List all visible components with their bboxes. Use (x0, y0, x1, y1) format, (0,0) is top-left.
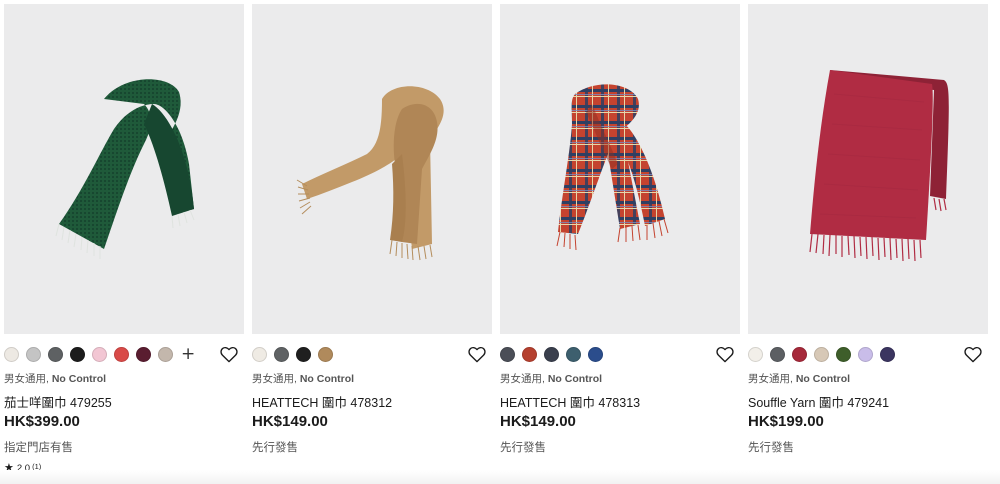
availability-note: 先行發售 (748, 442, 794, 454)
product-grid: + 男女通用, No Control 茄士咩圍巾 479255 HK$399.0… (0, 0, 1000, 484)
color-swatch[interactable] (4, 347, 19, 362)
availability-note: 先行發售 (252, 442, 298, 454)
color-swatch[interactable] (92, 347, 107, 362)
color-swatch[interactable] (588, 347, 603, 362)
product-card[interactable]: 男女通用, No Control HEATTECH 圍巾 478313 HK$1… (496, 0, 740, 484)
color-swatch[interactable] (252, 347, 267, 362)
camel-heattech-scarf-image (296, 86, 444, 261)
color-swatch[interactable] (544, 347, 559, 362)
color-swatch[interactable] (814, 347, 829, 362)
product-card[interactable]: + 男女通用, No Control 茄士咩圍巾 479255 HK$399.0… (0, 0, 244, 484)
gender-label: 男女通用, (4, 373, 49, 385)
color-swatch[interactable] (296, 347, 311, 362)
gender-label: 男女通用, (252, 373, 297, 385)
product-card[interactable]: 男女通用, No Control Souffle Yarn 圍巾 479241 … (744, 0, 988, 484)
heart-icon[interactable] (220, 346, 238, 363)
color-swatch[interactable] (858, 347, 873, 362)
color-swatch[interactable] (136, 347, 151, 362)
product-image[interactable] (748, 4, 988, 334)
color-swatch[interactable] (748, 347, 763, 362)
product-card[interactable]: 男女通用, No Control HEATTECH 圍巾 478312 HK$1… (248, 0, 492, 484)
bottom-shade (0, 470, 1000, 484)
red-souffle-yarn-scarf-image (809, 70, 949, 262)
size-label: No Control (795, 373, 851, 385)
color-swatch[interactable] (114, 347, 129, 362)
color-swatch[interactable] (274, 347, 289, 362)
color-swatch[interactable] (566, 347, 581, 362)
color-swatch[interactable] (792, 347, 807, 362)
heart-icon[interactable] (468, 346, 486, 363)
color-swatch[interactable] (880, 347, 895, 362)
product-image[interactable] (500, 4, 740, 334)
color-swatch[interactable] (500, 347, 515, 362)
heart-icon[interactable] (716, 346, 734, 363)
size-label: No Control (547, 373, 603, 385)
color-swatch[interactable] (48, 347, 63, 362)
availability-note: 指定門店有售 (4, 442, 73, 454)
product-meta: 男女通用, No Control (252, 371, 354, 386)
color-swatch[interactable] (70, 347, 85, 362)
availability-note: 先行發售 (500, 442, 546, 454)
color-swatch[interactable] (26, 347, 41, 362)
size-label: No Control (299, 373, 355, 385)
product-image[interactable] (4, 4, 244, 334)
product-name[interactable]: Souffle Yarn 圍巾 479241 (748, 392, 889, 411)
color-swatches (252, 346, 492, 364)
color-swatch[interactable] (836, 347, 851, 362)
product-price: HK$149.00 (252, 413, 328, 430)
plus-icon[interactable]: + (181, 344, 195, 364)
product-price: HK$399.00 (4, 413, 80, 430)
product-image[interactable] (252, 4, 492, 334)
product-name[interactable]: HEATTECH 圍巾 478312 (252, 392, 392, 411)
gender-label: 男女通用, (500, 373, 545, 385)
color-swatches (500, 346, 740, 364)
product-price: HK$199.00 (748, 413, 824, 430)
color-swatches (748, 346, 988, 364)
product-meta: 男女通用, No Control (748, 371, 850, 386)
color-swatches: + (4, 344, 244, 364)
red-plaid-heattech-scarf-image (556, 84, 669, 251)
color-swatch[interactable] (318, 347, 333, 362)
size-label: No Control (51, 373, 107, 385)
product-price: HK$149.00 (500, 413, 576, 430)
product-meta: 男女通用, No Control (4, 371, 106, 386)
product-name[interactable]: 茄士咩圍巾 479255 (4, 392, 112, 411)
product-name[interactable]: HEATTECH 圍巾 478313 (500, 392, 640, 411)
heart-icon[interactable] (964, 346, 982, 363)
color-swatch[interactable] (158, 347, 173, 362)
green-checked-scarf-image (55, 79, 195, 259)
color-swatch[interactable] (522, 347, 537, 362)
gender-label: 男女通用, (748, 373, 793, 385)
color-swatch[interactable] (770, 347, 785, 362)
product-meta: 男女通用, No Control (500, 371, 602, 386)
